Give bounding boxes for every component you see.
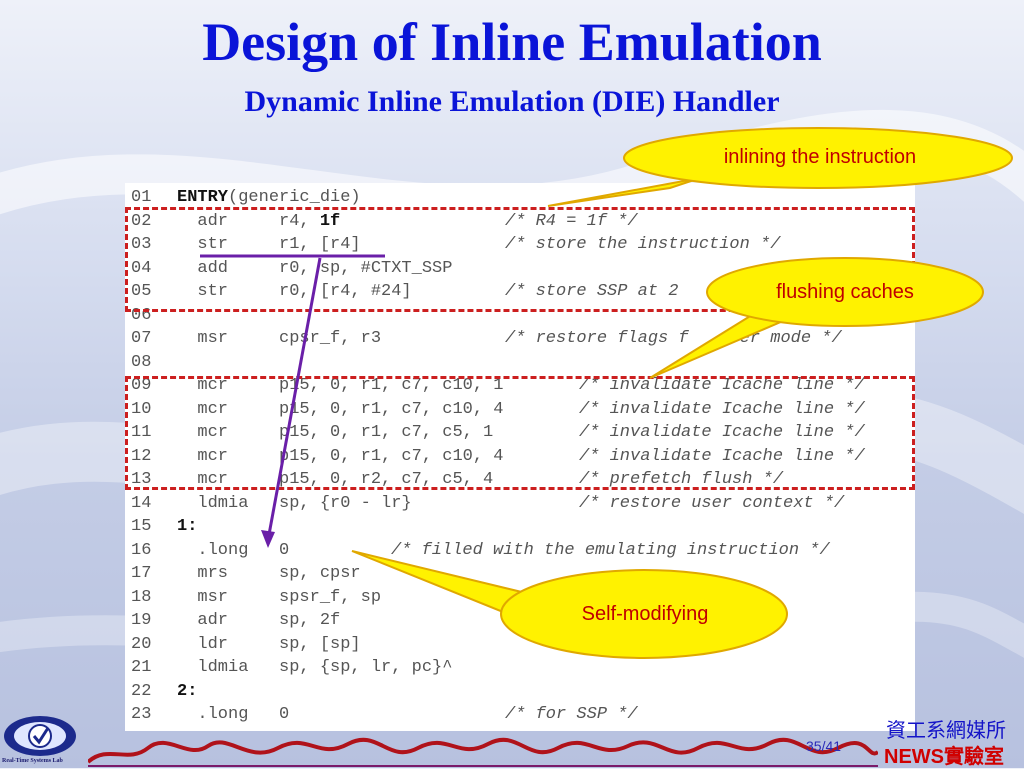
code-text: mrs sp, cpsr	[177, 562, 361, 586]
code-line: 23 .long 0 /* for SSP */	[125, 703, 915, 727]
callout-inlining-text: inlining the instruction	[723, 146, 917, 168]
code-text: 2:	[177, 680, 197, 704]
code-line: 19 adr sp, 2f	[125, 609, 915, 633]
line-number: 20	[131, 634, 152, 654]
line-number: 19	[131, 611, 152, 630]
code-text: msr spsr_f, sp	[177, 586, 381, 610]
code-instruction: .long 0	[177, 540, 290, 560]
code-text: 1:	[177, 515, 197, 539]
line-number: 21	[131, 658, 152, 677]
page-number: 35/41	[806, 738, 842, 754]
code-comment: /* for SSP */	[505, 705, 638, 724]
code-instruction: .long 0	[177, 705, 290, 724]
lab-caption: Real-Time Systems Lab	[2, 758, 63, 764]
code-listing: 01 ENTRY(generic_die) 02 adr r4, 1f/* R4 =…	[125, 183, 915, 731]
line-number: 16	[131, 540, 152, 560]
code-text: ldmia sp, {sp, lr, pc}^	[177, 656, 452, 680]
slide-subtitle: Dynamic Inline Emulation (DIE) Handler	[244, 85, 780, 118]
code-line: 20 ldr sp, [sp]	[125, 633, 915, 657]
code-rest: (generic_die)	[228, 188, 361, 207]
code-line: 07 msr cpsr_f, r3 /* restore flags f user…	[125, 327, 915, 351]
code-line: 17 mrs sp, cpsr	[125, 562, 915, 586]
line-number: 17	[131, 564, 152, 583]
code-text: adr sp, 2f	[177, 609, 340, 633]
code-comment: /* restore user context */	[579, 493, 845, 513]
code-line: 08	[125, 351, 915, 375]
footer-decoration	[88, 737, 878, 767]
line-number: 18	[131, 587, 152, 607]
code-instruction: ldmia sp, {sp, lr, pc}^	[177, 658, 453, 677]
code-bold-token: ENTRY	[177, 188, 229, 207]
code-instruction: msr spsr_f, sp	[177, 587, 382, 607]
lab-logo: Real-Time Systems Lab	[0, 712, 80, 768]
code-instruction: mrs sp, cpsr	[177, 564, 361, 583]
code-line: 14 ldmia sp, {r0 - lr} /* restore user co…	[125, 492, 915, 516]
code-bold-token: 2:	[177, 681, 198, 701]
cache-flush-highlight-box	[125, 376, 915, 490]
code-text: ldmia sp, {r0 - lr}	[177, 492, 412, 516]
line-number: 15	[131, 517, 152, 536]
code-line: 15 1:	[125, 515, 915, 539]
line-number: 14	[131, 493, 152, 513]
code-line: 21 ldmia sp, {sp, lr, pc}^	[125, 656, 915, 680]
code-line: 18 msr spsr_f, sp	[125, 586, 915, 610]
department-label: 資工系網媒所	[886, 720, 1006, 742]
code-bold-token: 1:	[177, 517, 198, 536]
lab-name-label: NEWS實驗室	[884, 746, 1004, 768]
callout-self-modifying-text: Self-modifying	[581, 603, 709, 625]
line-number: 23	[131, 705, 152, 724]
line-number: 22	[131, 681, 152, 701]
code-text: ldr sp, [sp]	[177, 633, 361, 657]
line-number: 01	[131, 188, 152, 207]
code-comment: /* filled with the emulating instruction…	[391, 540, 830, 560]
callout-flushing-text: flushing caches	[776, 281, 914, 303]
code-instruction: ldr sp, [sp]	[177, 634, 361, 654]
code-text: ENTRY(generic_die)	[177, 186, 361, 210]
code-text: msr cpsr_f, r3	[177, 327, 381, 351]
code-instruction: ldmia sp, {r0 - lr}	[177, 493, 412, 513]
slide-title: Design of Inline Emulation	[202, 12, 822, 72]
code-instruction: msr cpsr_f, r3	[177, 329, 382, 348]
code-text: .long 0	[177, 539, 289, 563]
line-number: 08	[131, 352, 152, 372]
code-line: 01 ENTRY(generic_die)	[125, 186, 915, 210]
line-number: 07	[131, 329, 152, 348]
code-line: 16 .long 0 /* filled with the emulating i…	[125, 539, 915, 563]
code-instruction: adr sp, 2f	[177, 611, 341, 630]
code-line: 22 2:	[125, 680, 915, 704]
code-text: .long 0	[177, 703, 289, 727]
code-comment: /* restore flags f user mode */	[505, 329, 842, 348]
